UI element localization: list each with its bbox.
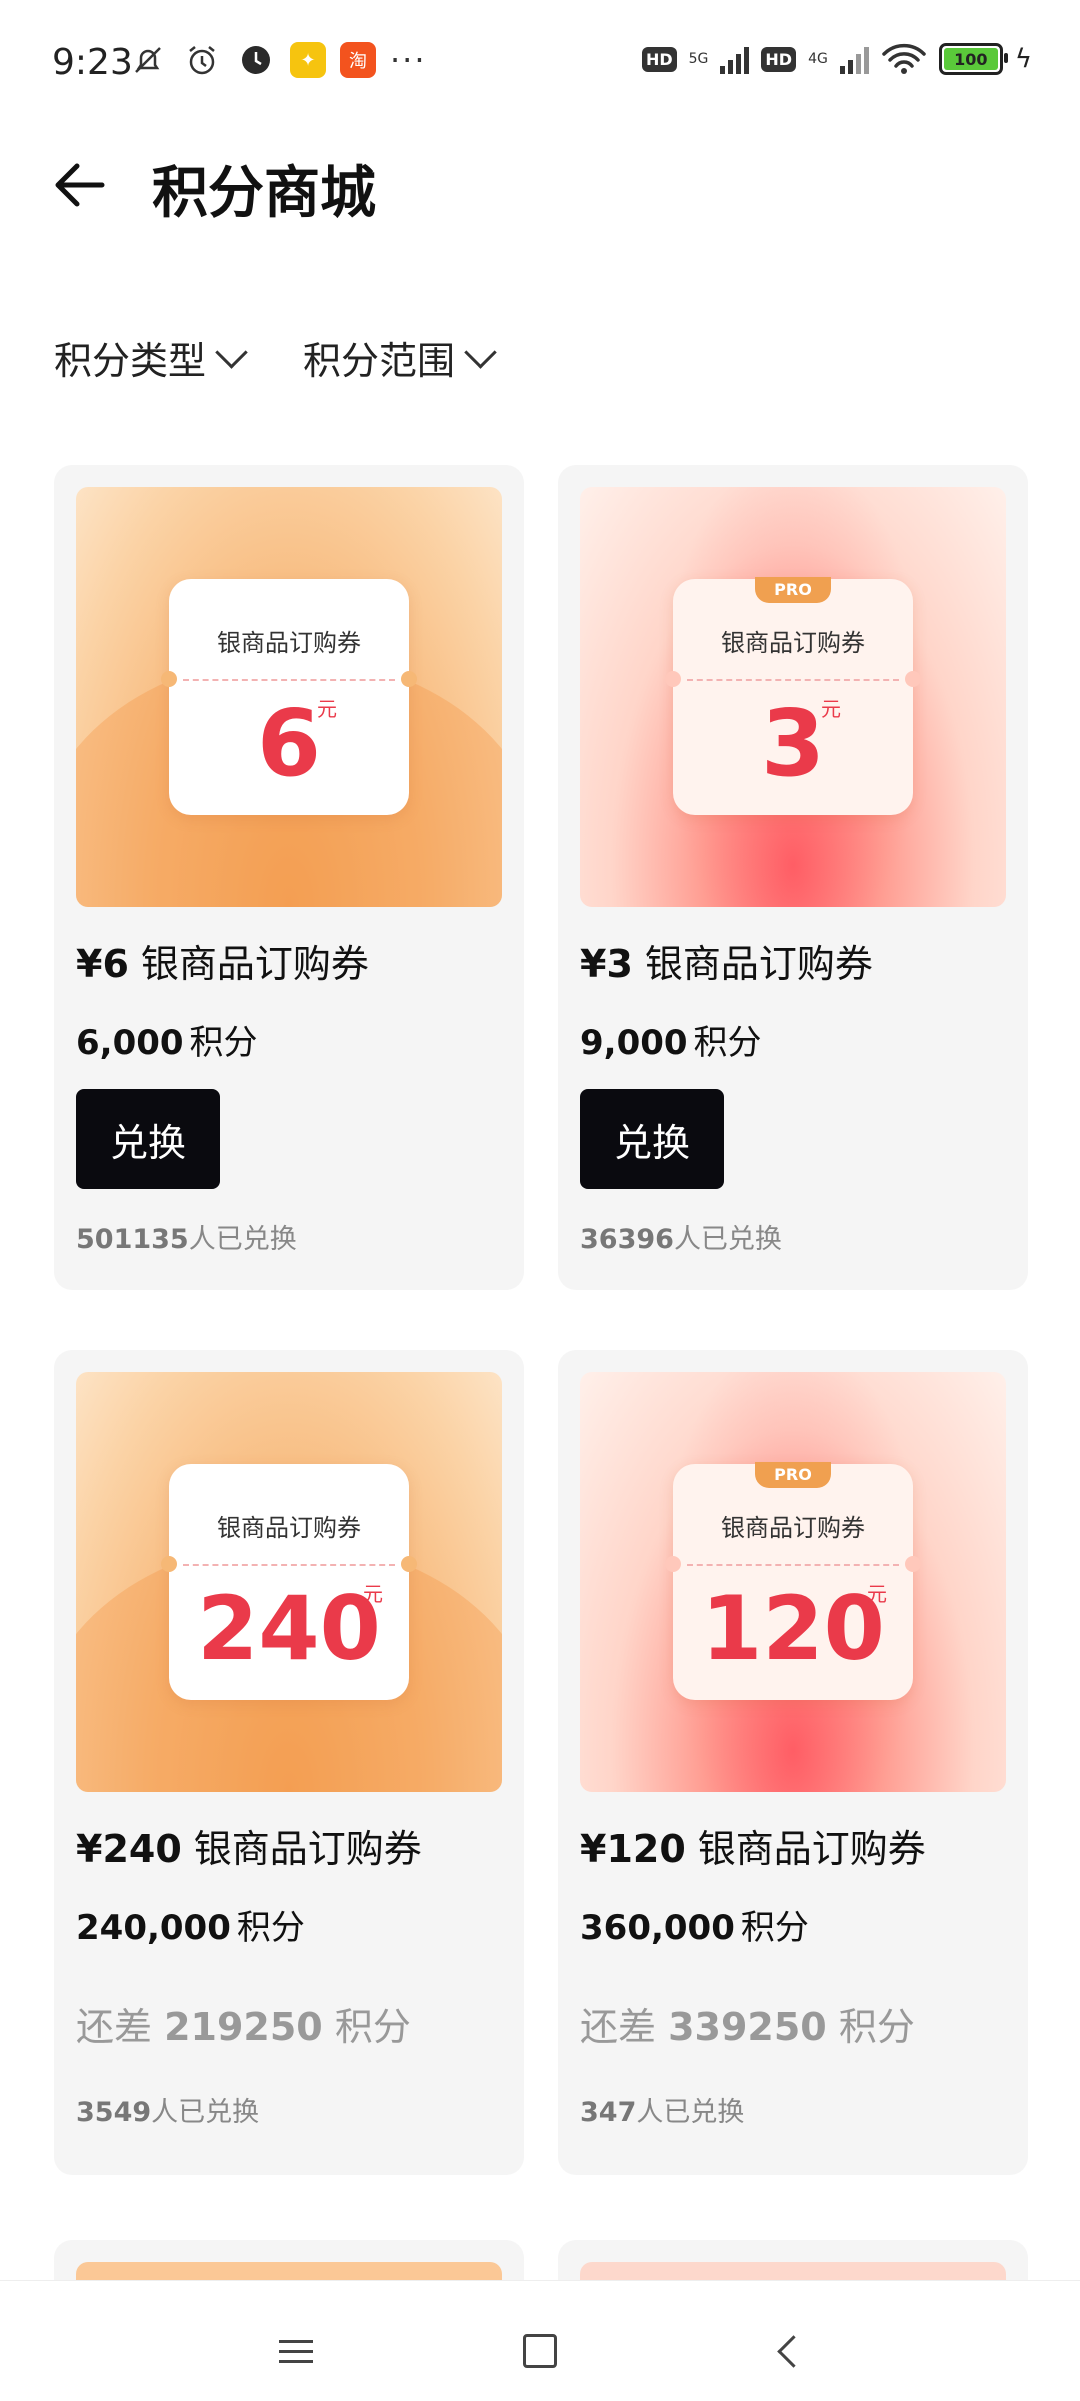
product-name: ¥6 银商品订购券	[76, 942, 369, 986]
status-time: 9:23	[52, 42, 133, 83]
product-name: ¥240 银商品订购券	[76, 1827, 422, 1871]
product-points: 6,000 积分	[76, 1023, 258, 1063]
status-system-icons: HD 5G HD 4G 100 ϟ	[641, 42, 1032, 76]
product-card-peek[interactable]	[558, 2240, 1028, 2280]
product-image: 银商品订购券 6 元	[76, 487, 502, 907]
hd-badge-1: HD	[641, 46, 677, 72]
product-points: 360,000 积分	[580, 1908, 809, 1948]
product-image: PRO 银商品订购券 3 元	[580, 487, 1006, 907]
filter-points-type[interactable]: 积分类型	[54, 330, 248, 385]
nav-home-button[interactable]	[500, 2311, 580, 2391]
wifi-icon	[882, 43, 926, 74]
alarm-icon	[182, 40, 222, 80]
charging-icon: ϟ	[1014, 44, 1032, 74]
app-header: 积分商城	[0, 130, 1080, 250]
points-shortfall: 还差 219250 积分	[76, 2005, 411, 2049]
network-type-2: 4G	[808, 51, 828, 67]
chevron-down-icon	[464, 336, 497, 369]
signal-icon-2	[839, 44, 869, 74]
product-card[interactable]: PRO 银商品订购券 120 元 ¥120 银商品订购券 360,000 积分 还差…	[558, 1350, 1028, 2175]
more-icon: ···	[390, 41, 427, 79]
product-points: 9,000 积分	[580, 1023, 762, 1063]
coupon-graphic: PRO 银商品订购券 3 元	[665, 577, 921, 815]
redeem-count: 501135人已兑换	[76, 1224, 297, 1255]
status-bar: 9:23 ✦ 淘 ··· HD 5G HD 4G 100 ϟ	[0, 0, 1080, 130]
filter-bar: 积分类型 积分范围	[54, 330, 497, 385]
page-title: 积分商城	[152, 161, 376, 226]
status-notification-icons: ✦ 淘 ···	[128, 40, 427, 80]
mute-bell-icon	[128, 40, 168, 80]
coupon-title: 银商品订购券	[721, 629, 865, 657]
points-shortfall: 还差 339250 积分	[580, 2005, 915, 2049]
coupon-unit: 元	[363, 1582, 383, 1606]
hd-badge-2: HD	[761, 46, 797, 72]
back-icon	[776, 2334, 810, 2368]
coupon-value: 6	[256, 690, 321, 797]
battery-icon: 100	[938, 43, 1008, 75]
coupon-unit: 元	[821, 697, 841, 721]
redeem-count: 3549人已兑换	[76, 2097, 260, 2128]
coupon-graphic: 银商品订购券 240 元	[161, 1464, 417, 1700]
product-name: ¥120 银商品订购券	[580, 1827, 926, 1871]
redeem-button[interactable]: 兑换	[76, 1089, 220, 1189]
network-type-1: 5G	[688, 51, 709, 67]
product-name: ¥3 银商品订购券	[580, 942, 873, 986]
redeem-count: 36396人已兑换	[580, 1224, 782, 1255]
nav-menu-button[interactable]	[256, 2311, 336, 2391]
product-image: 银商品订购券 240 元	[76, 1372, 502, 1792]
arrow-left-icon	[55, 163, 105, 207]
product-card-peek[interactable]	[54, 2240, 524, 2280]
system-nav-bar	[0, 2280, 1080, 2401]
filter-label: 积分范围	[303, 339, 456, 383]
coupon-graphic: PRO 银商品订购券 120 元	[665, 1462, 921, 1700]
product-card[interactable]: 银商品订购券 6 元 ¥6 银商品订购券 6,000 积分 兑换 501135人已兑…	[54, 465, 524, 1290]
product-image: PRO 银商品订购券 120 元	[580, 1372, 1006, 1792]
coupon-title: 银商品订购券	[217, 629, 361, 657]
coupon-graphic: 银商品订购券 6 元	[161, 579, 417, 815]
filter-points-range[interactable]: 积分范围	[303, 330, 497, 385]
coupon-title: 银商品订购券	[217, 1514, 361, 1542]
app-icon-yellow: ✦	[290, 42, 326, 78]
product-card[interactable]: PRO 银商品订购券 3 元 ¥3 银商品订购券 9,000 积分 兑换 36396…	[558, 465, 1028, 1290]
product-points: 240,000 积分	[76, 1908, 305, 1948]
coupon-unit: 元	[317, 697, 337, 721]
product-card[interactable]: 银商品订购券 240 元 ¥240 银商品订购券 240,000 积分 还差 219…	[54, 1350, 524, 2175]
filter-label: 积分类型	[54, 339, 207, 383]
nav-back-button[interactable]	[748, 2311, 828, 2391]
menu-icon	[279, 2333, 313, 2370]
redeem-button[interactable]: 兑换	[580, 1089, 724, 1189]
home-icon	[523, 2334, 557, 2368]
pro-badge: PRO	[755, 577, 831, 603]
coupon-value: 3	[760, 690, 825, 797]
coupon-unit: 元	[867, 1582, 887, 1606]
clock-app-icon	[236, 40, 276, 80]
signal-icon-1	[720, 44, 750, 74]
back-button[interactable]	[44, 150, 114, 220]
redeem-count: 347人已兑换	[580, 2097, 745, 2128]
pro-badge: PRO	[755, 1462, 831, 1488]
chevron-down-icon	[215, 336, 248, 369]
coupon-title: 银商品订购券	[721, 1514, 865, 1542]
taobao-app-icon: 淘	[340, 42, 376, 78]
